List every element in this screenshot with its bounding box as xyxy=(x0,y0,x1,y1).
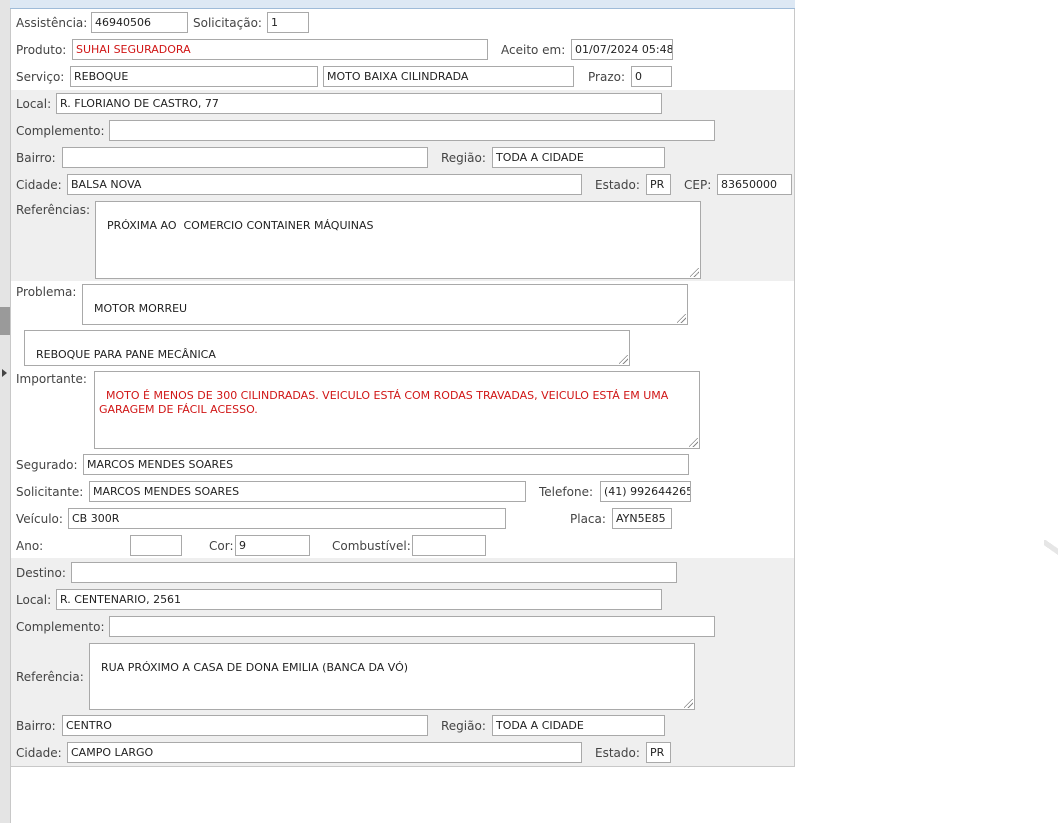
ano-label: Ano: xyxy=(16,539,44,553)
referencias-text: PRÓXIMA AO COMERCIO CONTAINER MÁQUINAS xyxy=(107,219,374,232)
corner-decoration xyxy=(1044,540,1058,558)
problema-detail-textarea[interactable]: REBOQUE PARA PANE MECÂNICA xyxy=(24,330,630,366)
left-collapse-strip[interactable] xyxy=(0,0,11,823)
destino-estado-label: Estado: xyxy=(595,746,640,760)
referencias-label: Referências: xyxy=(16,203,91,217)
complemento-field[interactable] xyxy=(109,120,715,141)
destino-cidade-label: Cidade: xyxy=(16,746,62,760)
expand-arrow-icon[interactable] xyxy=(2,369,7,377)
importante-textarea[interactable]: MOTO É MENOS DE 300 CILINDRADAS. VEICULO… xyxy=(94,371,700,449)
problema-textarea[interactable]: MOTOR MORREU xyxy=(82,284,688,325)
destino-complemento-field[interactable] xyxy=(109,616,715,637)
bairro-label: Bairro: xyxy=(16,151,56,165)
destino-complemento-label: Complemento: xyxy=(16,620,105,634)
veiculo-label: Veículo: xyxy=(16,512,63,526)
cidade-label: Cidade: xyxy=(16,178,62,192)
solicitante-label: Solicitante: xyxy=(16,485,84,499)
destino-cidade-field[interactable]: CAMPO LARGO xyxy=(67,742,582,763)
destino-referencia-text: RUA PRÓXIMO A CASA DE DONA EMILIA (BANCA… xyxy=(101,661,409,674)
assistencia-field[interactable]: 46940506 xyxy=(91,12,188,33)
resize-grip-icon[interactable] xyxy=(684,699,693,708)
local-label: Local: xyxy=(16,97,52,111)
solicitante-field[interactable]: MARCOS MENDES SOARES xyxy=(89,481,526,502)
resize-grip-icon[interactable] xyxy=(677,314,686,323)
telefone-label: Telefone: xyxy=(539,485,593,499)
bairro-field[interactable] xyxy=(62,147,428,168)
segurado-field[interactable]: MARCOS MENDES SOARES xyxy=(83,454,689,475)
servico-detail-field[interactable]: MOTO BAIXA CILINDRADA xyxy=(323,66,574,87)
cor-field[interactable]: 9 xyxy=(235,535,310,556)
segurado-label: Segurado: xyxy=(16,458,78,472)
prazo-field[interactable]: 0 xyxy=(631,66,672,87)
combustivel-field[interactable] xyxy=(412,535,486,556)
referencias-textarea[interactable]: PRÓXIMA AO COMERCIO CONTAINER MÁQUINAS xyxy=(95,201,701,279)
destino-local-field[interactable]: R. CENTENARIO, 2561 xyxy=(56,589,662,610)
estado-label: Estado: xyxy=(595,178,640,192)
destino-referencia-label: Referência: xyxy=(16,670,84,684)
resize-grip-icon[interactable] xyxy=(689,438,698,447)
produto-label: Produto: xyxy=(16,43,67,57)
servico-label: Serviço: xyxy=(16,70,65,84)
destino-bairro-field[interactable]: CENTRO xyxy=(62,715,428,736)
cep-label: CEP: xyxy=(684,178,712,192)
destino-estado-field[interactable]: PR xyxy=(646,742,671,763)
destino-field[interactable] xyxy=(71,562,677,583)
local-field[interactable]: R. FLORIANO DE CASTRO, 77 xyxy=(56,93,662,114)
problema-text: MOTOR MORREU xyxy=(94,302,188,315)
combustivel-label: Combustível: xyxy=(332,539,411,553)
placa-label: Placa: xyxy=(570,512,606,526)
assistencia-label: Assistência: xyxy=(16,16,88,30)
resize-grip-icon[interactable] xyxy=(690,268,699,277)
destino-bairro-label: Bairro: xyxy=(16,719,56,733)
destino-referencia-textarea[interactable]: RUA PRÓXIMO A CASA DE DONA EMILIA (BANCA… xyxy=(89,643,695,710)
placa-field[interactable]: AYN5E85 xyxy=(612,508,672,529)
regiao-field[interactable]: TODA A CIDADE xyxy=(492,147,665,168)
cor-label: Cor: xyxy=(209,539,234,553)
importante-text: MOTO É MENOS DE 300 CILINDRADAS. VEICULO… xyxy=(99,389,672,416)
produto-field[interactable]: SUHAI SEGURADORA xyxy=(72,39,488,60)
collapse-handle[interactable] xyxy=(0,307,10,335)
resize-grip-icon[interactable] xyxy=(619,355,628,364)
ano-field[interactable] xyxy=(130,535,182,556)
destino-local-label: Local: xyxy=(16,593,52,607)
servico-field[interactable]: REBOQUE xyxy=(70,66,318,87)
regiao-label: Região: xyxy=(441,151,486,165)
importante-label: Importante: xyxy=(16,372,87,386)
destino-label: Destino: xyxy=(16,566,66,580)
cidade-field[interactable]: BALSA NOVA xyxy=(67,174,582,195)
cep-field[interactable]: 83650000 xyxy=(717,174,792,195)
prazo-label: Prazo: xyxy=(588,70,625,84)
telefone-field[interactable]: (41) 992644265 xyxy=(600,481,691,502)
estado-field[interactable]: PR xyxy=(646,174,671,195)
veiculo-field[interactable]: CB 300R xyxy=(68,508,506,529)
destino-regiao-field[interactable]: TODA A CIDADE xyxy=(492,715,665,736)
solicitacao-label: Solicitação: xyxy=(193,16,262,30)
aceito-label: Aceito em: xyxy=(501,43,566,57)
problema-label: Problema: xyxy=(16,285,77,299)
aceito-field[interactable]: 01/07/2024 05:48 xyxy=(571,39,673,60)
top-header-strip xyxy=(10,0,795,9)
destino-regiao-label: Região: xyxy=(441,719,486,733)
complemento-label: Complemento: xyxy=(16,124,105,138)
solicitacao-field[interactable]: 1 xyxy=(267,12,309,33)
problema-detail-text: REBOQUE PARA PANE MECÂNICA xyxy=(36,348,216,361)
